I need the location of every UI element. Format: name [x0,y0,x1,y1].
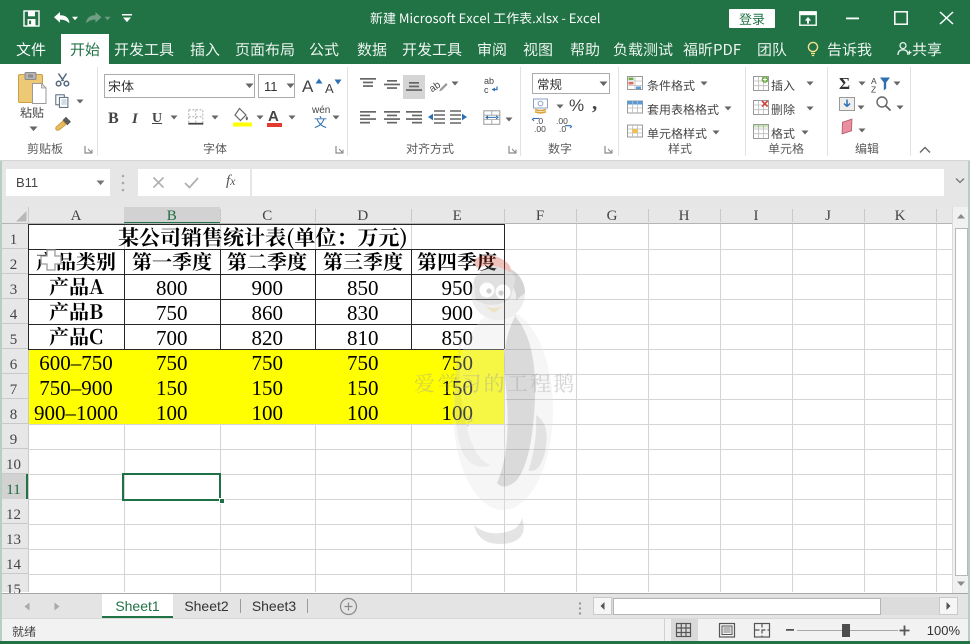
svg-text:ab: ab [427,79,443,95]
svg-text:Z: Z [871,85,876,95]
svg-text:c: c [484,85,489,95]
svg-text:.00: .00 [534,124,546,134]
